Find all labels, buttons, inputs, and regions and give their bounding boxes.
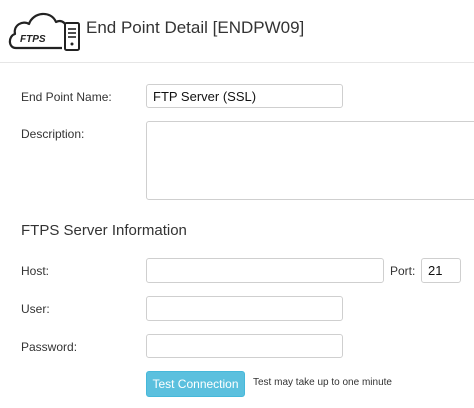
section-title: FTPS Server Information	[21, 222, 187, 239]
test-hint-text: Test may take up to one minute	[253, 377, 392, 388]
port-input[interactable]	[421, 258, 461, 283]
page-title: End Point Detail [ENDPW09]	[86, 18, 305, 37]
user-input[interactable]	[146, 296, 343, 321]
ftps-cloud-server-icon: FTPS	[8, 12, 80, 51]
user-label: User:	[21, 302, 50, 316]
header: FTPS End Point Detail [ENDPW09]	[0, 0, 474, 63]
test-connection-button[interactable]: Test Connection	[146, 371, 245, 397]
password-input[interactable]	[146, 334, 343, 358]
port-label: Port:	[390, 264, 416, 278]
endpoint-name-input[interactable]	[146, 84, 343, 108]
password-label: Password:	[21, 340, 78, 354]
host-label: Host:	[21, 264, 50, 278]
logo-text: FTPS	[20, 34, 46, 45]
description-label: Description:	[21, 127, 85, 141]
host-input[interactable]	[146, 258, 384, 283]
description-textarea[interactable]	[146, 121, 474, 200]
endpoint-name-label: End Point Name:	[21, 90, 112, 104]
